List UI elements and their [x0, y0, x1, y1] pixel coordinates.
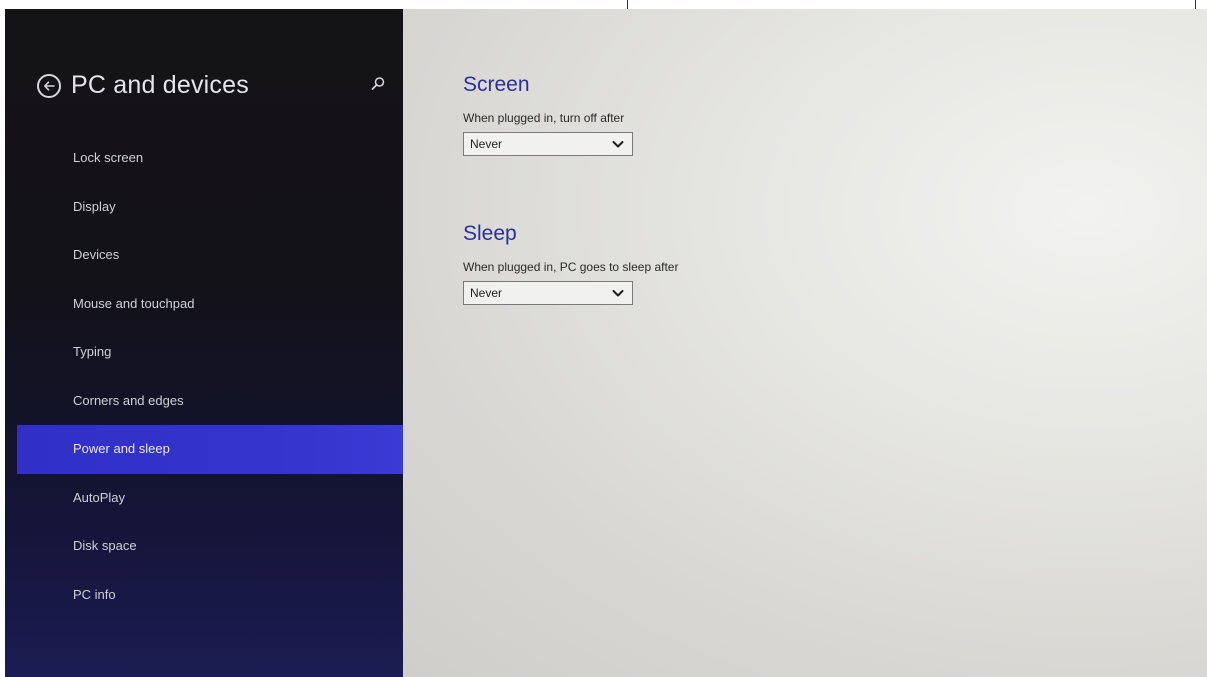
nav-header: PC and devices: [37, 71, 387, 107]
search-icon: [371, 77, 385, 90]
sleep-section-title: Sleep: [463, 222, 517, 245]
search-button[interactable]: [369, 75, 387, 93]
nav-item-power-and-sleep[interactable]: Power and sleep: [17, 425, 403, 474]
page-title: PC and devices: [71, 71, 249, 99]
screen-timeout-value: Never: [470, 137, 503, 151]
nav-item-disk-space[interactable]: Disk space: [17, 522, 403, 571]
settings-window: PC and devices Lock screen Display Devic…: [5, 9, 1207, 677]
nav-item-display[interactable]: Display: [17, 183, 403, 232]
back-button[interactable]: [37, 74, 61, 98]
chevron-down-icon: [612, 141, 624, 148]
frame-tick: [627, 0, 628, 9]
frame-tick: [1195, 0, 1196, 9]
nav-item-autoplay[interactable]: AutoPlay: [17, 474, 403, 523]
nav-item-typing[interactable]: Typing: [17, 328, 403, 377]
nav-item-mouse-and-touchpad[interactable]: Mouse and touchpad: [17, 280, 403, 329]
nav-item-pc-info[interactable]: PC info: [17, 571, 403, 620]
screen-timeout-dropdown[interactable]: Never: [463, 132, 633, 156]
content-pane: Screen When plugged in, turn off after N…: [403, 9, 1207, 677]
screen-section-title: Screen: [463, 73, 530, 96]
photo-frame: PC and devices Lock screen Display Devic…: [0, 0, 1207, 677]
sleep-timeout-dropdown[interactable]: Never: [463, 281, 633, 305]
chevron-down-icon: [612, 290, 624, 297]
sleep-timeout-label: When plugged in, PC goes to sleep after: [463, 260, 679, 274]
nav-item-lock-screen[interactable]: Lock screen: [17, 134, 403, 183]
screen-section: Screen When plugged in, turn off after N…: [463, 73, 633, 156]
screen-timeout-label: When plugged in, turn off after: [463, 111, 625, 125]
nav-pane: PC and devices Lock screen Display Devic…: [5, 9, 403, 677]
nav-item-corners-and-edges[interactable]: Corners and edges: [17, 377, 403, 426]
sleep-timeout-value: Never: [470, 286, 503, 300]
nav-item-devices[interactable]: Devices: [17, 231, 403, 280]
sleep-section: Sleep When plugged in, PC goes to sleep …: [463, 222, 678, 305]
nav-list: Lock screen Display Devices Mouse and to…: [17, 134, 403, 619]
back-arrow-icon: [44, 81, 55, 91]
